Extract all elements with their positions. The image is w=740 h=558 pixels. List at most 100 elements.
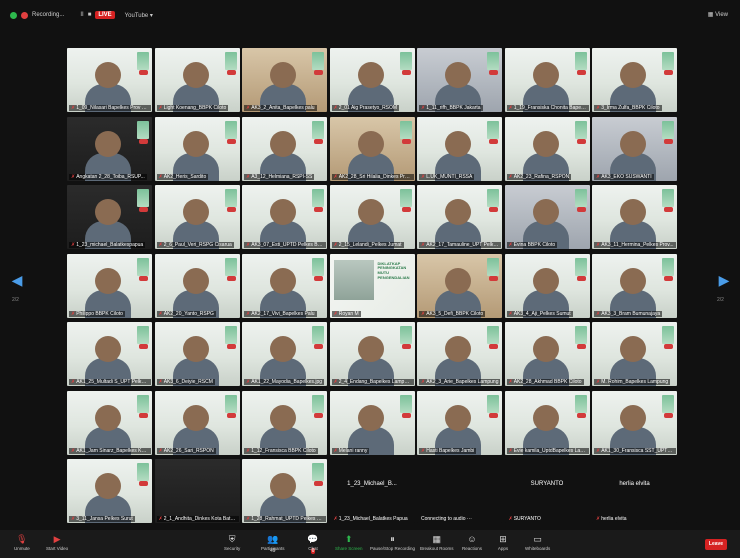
participant-video-tile[interactable]: ✗M. Rohim_Bapelkes Lampung (592, 322, 677, 386)
participant-name: 1_23_Michael_Balatkes Papua (338, 516, 408, 522)
participant-video-tile[interactable]: ✗AK2_28_Sri Hilalia_Dinkes Prov K... (329, 116, 415, 181)
background-banner (662, 394, 674, 413)
background-banner (399, 120, 412, 139)
next-page-arrow-icon[interactable]: ▶ (716, 272, 732, 296)
participant-name: Angkatan 2_28_Toiba_RSUP... (76, 173, 145, 180)
apps-button[interactable]: ⊞ Apps (497, 534, 509, 551)
participant-video-tile[interactable]: ✗L.UK_MUNTI_RSSA (417, 116, 502, 181)
participant-video-tile[interactable]: ✗AK3_3_Bram Bumunajaya (592, 253, 677, 318)
unmute-button[interactable]: 🎙 Unmute (14, 534, 30, 551)
reactions-button[interactable]: ☺ Reactions (462, 534, 482, 551)
participant-video-tile[interactable]: ✗1_11_rifh_BBPK Jakarta (417, 48, 502, 112)
whiteboards-button[interactable]: ▭ Whiteboards (525, 534, 550, 551)
participant-video-tile[interactable]: ✗AK2_Heris_Sardito (154, 116, 240, 181)
breakout-rooms-button[interactable]: ▦ Breakout Rooms (420, 534, 454, 551)
shield-icon[interactable] (10, 11, 17, 19)
participant-video-tile[interactable]: ✗2_4_Endang_Bapelkes Lampung (329, 322, 415, 386)
participant-video-tile[interactable]: ✗2_6_Paul_Veri_RSPG Cisarua (154, 185, 240, 249)
participant-video-tile[interactable]: ✗AK3_4_Aji_Pelkes Sumut (504, 253, 590, 318)
participant-video-tile[interactable]: ✗AK3_5_Defi_BBPK Ciloto (417, 253, 502, 318)
participant-video-tile[interactable]: ✗AK3_EKO SUSWANTI (592, 116, 677, 181)
participant-video-tile[interactable]: ✗AK2_26_Sari_RSPON (154, 390, 240, 455)
live-badge[interactable]: LIVE (95, 11, 115, 19)
participant-video-tile[interactable]: SURYANTO ✗SURYANTO (504, 459, 590, 523)
participant-video-tile[interactable]: ✗Light Koenang_BBPK Ciloto (154, 48, 240, 112)
participants-button[interactable]: 👥49 Participants (261, 534, 285, 554)
participant-face (532, 267, 559, 294)
participant-video-tile[interactable]: ✗Angkatan 2_28_Toiba_RSUP... (67, 116, 152, 181)
prev-page-arrow-icon[interactable]: ◀ (9, 272, 25, 296)
pause-recording-button[interactable]: II (80, 12, 83, 18)
security-button[interactable]: ⛨ Security (224, 534, 240, 551)
background-bubble (139, 481, 148, 486)
participant-video-tile[interactable]: ✗Evina BBPK Ciloto (504, 185, 590, 249)
participant-video-tile[interactable]: ✗AK2_17_Tamauline_UPT Pelkes Sul... (417, 185, 502, 249)
participant-video-tile[interactable]: ✗3_Irma Zulfa_BBPK Ciloto (592, 48, 677, 112)
participant-name-label: ✗1_23_michael_Balatkespapua (69, 242, 146, 248)
participant-video-tile[interactable]: ✗Melani ranny (329, 390, 415, 455)
participant-name: AK3_5_Defi_BBPK Ciloto (426, 310, 484, 317)
participant-video-tile[interactable]: ✗AK2_28_Akhmad BBPK Ciloto (504, 322, 590, 386)
participant-video-tile[interactable]: ✗AK3_2_Anita_Bapelkes palu (242, 48, 327, 112)
background-logo (401, 70, 411, 75)
pause-recording-button-bottom[interactable]: ⏸ Pause/Stop Recording (370, 534, 415, 551)
participant-video-tile[interactable]: herlia elvita ✗herlia elvita (592, 459, 677, 523)
stop-recording-button[interactable]: ■ (88, 12, 92, 18)
participant-video-tile[interactable]: ✗AK2_3_Arie_Bapelkes Lampung (417, 322, 502, 386)
participant-video-tile[interactable]: ✗2_15_Lelandi_Pelkes Jumat (329, 185, 415, 249)
participant-video-tile[interactable]: ✗2_1_Andhita_Dinkes Kota Batam (154, 459, 240, 523)
participant-video-tile[interactable]: ✗Evie kamila_UptdBapelkes Lam... (504, 390, 590, 455)
participant-name-label: ✗AK3_3_Bram Bumunajaya (594, 310, 663, 317)
participant-video-tile[interactable]: ✗AK3_6_Deiyie_RSCM (154, 322, 240, 386)
participant-video-tile[interactable]: ✗AK1_22_Mayodia_Bapelkes.jpg (242, 322, 327, 386)
participant-video-tile[interactable]: ✗1_09_Nilasari Bapelkes Prov Sulawesi (67, 48, 152, 112)
participant-video-tile[interactable]: ✗Hasti Bapelkes Jambi (417, 390, 502, 455)
mic-muted-icon: ✗ (333, 105, 338, 111)
participant-video-tile[interactable]: ✗A3_12_Helmiana_RSPI-SS (242, 116, 327, 181)
participant-video-tile[interactable]: ✗AK2_23_Rafina_RSPON (504, 116, 590, 181)
participant-video-tile[interactable]: ✗2_01 Aig Prasetyo_RSOM (329, 48, 415, 112)
view-button[interactable]: ▦ View (708, 11, 728, 18)
participant-face (270, 130, 296, 157)
record-icon (21, 11, 28, 19)
participant-video-tile[interactable]: ✗AK1_30_Fransisca SST_UPTD Bapel... (592, 390, 677, 455)
participant-video-tile[interactable]: ✗AK3_11_Hermina_Pelkes Prov... (592, 185, 677, 249)
youtube-dropdown[interactable]: YouTube ▾ (125, 12, 153, 19)
leave-button[interactable]: Leave (705, 539, 727, 550)
participant-video-tile[interactable]: ✗1_12_Fransisca BBPK Ciloto (242, 390, 327, 455)
participant-video-tile[interactable]: ✗AK1_25_Multadi S_UPT Pelkes Pr... (67, 322, 152, 386)
participant-face (95, 267, 121, 294)
participant-face (270, 473, 296, 499)
background-banner (137, 326, 149, 344)
participant-video-tile[interactable]: ✗3_11_Jansa Pelkes Surut (67, 459, 152, 523)
participant-video-tile[interactable]: 1_23_Michael_B... ✗1_23_Michael_Balatkes … (329, 459, 415, 523)
participant-name-label: ✗AK3_5_Defi_BBPK Ciloto (419, 310, 486, 317)
participant-name: AK3_07_Esti_UPTD Pelkes Bengku... (251, 242, 326, 248)
participant-video-tile[interactable]: ✗1_23_michael_Balatkespapua (67, 185, 152, 249)
participant-video-tile[interactable]: ✗AK2_17_Vivi_Bapelkes Palu (242, 253, 327, 318)
recording-label: Recording... (32, 12, 65, 18)
participant-video-tile[interactable]: DIKLATKAP PENINGKATAN MUTU PENGENDALIAN ✗… (329, 253, 415, 318)
participant-video-tile[interactable]: ✗AK1_Jam Sinarz_Bapelkes Kalti... (67, 390, 152, 455)
chat-button[interactable]: 💬6 Chat (307, 534, 319, 554)
apps-icon: ⊞ (499, 534, 507, 544)
participant-video-tile[interactable]: ✗AK3_07_Esti_UPTD Pelkes Bengku... (242, 185, 327, 249)
mic-muted-icon: ✗ (246, 105, 251, 111)
participant-video-tile[interactable]: ✗1_19_Fransiska Chonita Bapelkes ... (504, 48, 590, 112)
participant-video-tile[interactable]: ✗1_28_Rahmat_UPTD Pelkes Bengk... (242, 459, 327, 523)
participant-video-tile[interactable]: ✗AK2_20_Yanto_RSPG (154, 253, 240, 318)
start-video-button[interactable]: ▶ Start Video (46, 534, 68, 551)
participant-face (357, 336, 384, 362)
participant-name: Melani ranny (338, 447, 368, 454)
participant-video-tile[interactable]: Connecting to audio ··· (417, 459, 502, 523)
background-logo (576, 344, 586, 349)
mic-muted-icon: ✗ (246, 516, 251, 522)
mic-muted-icon: ✗ (158, 105, 163, 111)
share-screen-button[interactable]: ⬆ Share Screen (335, 534, 363, 551)
participant-name: SURYANTO (513, 516, 541, 522)
apps-label: Apps (497, 546, 509, 551)
participant-name-label: ✗3_11_Jansa Pelkes Surut (69, 516, 135, 522)
participant-video-tile[interactable]: ✗Philippo BBPK Ciloto (67, 253, 152, 318)
background-banner (662, 189, 674, 207)
background-logo (139, 138, 148, 144)
